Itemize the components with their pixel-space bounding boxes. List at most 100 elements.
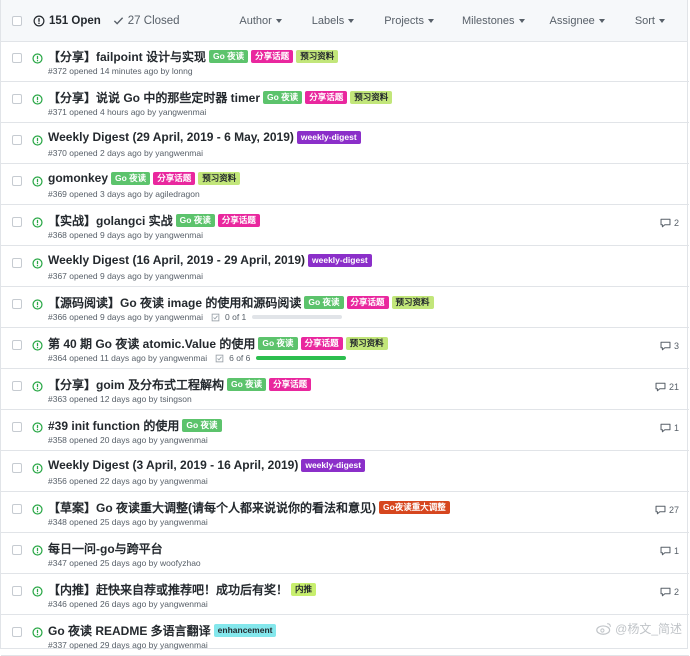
comments-link[interactable]: 1 (660, 423, 679, 433)
issue-label[interactable]: 预习资料 (345, 337, 388, 350)
issue-checkbox[interactable] (12, 504, 22, 514)
issue-row[interactable]: #39 init function 的使用 Go 夜读 #358 opened 20… (1, 410, 689, 451)
issue-label[interactable]: 分享话题 (305, 91, 348, 104)
comments-link[interactable]: 2 (660, 218, 679, 228)
issue-row[interactable]: Go 夜读 README 多语言翻译 enhancement #337 opened… (1, 615, 689, 656)
issue-label[interactable]: Go 夜读 (227, 378, 267, 391)
comments-link[interactable]: 3 (660, 341, 679, 351)
issue-title-link[interactable]: 【分享】说说 Go 中的那些定时器 timer (48, 89, 260, 106)
caret-down-icon (275, 19, 282, 23)
issue-row[interactable]: 【草案】Go 夜读重大调整(请每个人都来说说你的看法和意见) Go夜读重大调整 #3… (1, 492, 689, 533)
issue-title-link[interactable]: Weekly Digest (29 April, 2019 - 6 May, 2… (48, 130, 294, 144)
issue-label[interactable]: 预习资料 (391, 296, 434, 309)
issue-row[interactable]: 【分享】failpoint 设计与实现 Go 夜读 分享话题 预习资料 #372 ope… (1, 41, 689, 82)
issue-label[interactable]: Go 夜读 (182, 419, 222, 432)
issue-checkbox[interactable] (12, 94, 22, 104)
issue-label[interactable]: Go 夜读 (258, 337, 298, 350)
issue-title-link[interactable]: Weekly Digest (16 April, 2019 - 29 April… (48, 253, 305, 267)
issue-checkbox[interactable] (12, 217, 22, 227)
issue-title-link[interactable]: Weekly Digest (3 April, 2019 - 16 April,… (48, 458, 298, 472)
filter-labels[interactable]: Labels (312, 15, 355, 27)
issue-row[interactable]: 【内推】赶快来自荐或推荐吧！成功后有奖！ 内推 #346 opened 26 day… (1, 574, 689, 615)
issue-checkbox[interactable] (12, 381, 22, 391)
issue-title-link[interactable]: Go 夜读 README 多语言翻译 (48, 622, 211, 639)
issue-row[interactable]: Weekly Digest (3 April, 2019 - 16 April,… (1, 451, 689, 492)
issue-row[interactable]: Weekly Digest (29 April, 2019 - 6 May, 2… (1, 123, 689, 164)
filter-milestones[interactable]: Milestones (462, 15, 525, 27)
issue-row[interactable]: 【实战】golangci 实战 Go 夜读 分享话题 #368 opened 9 da… (1, 205, 689, 246)
comments-link[interactable]: 1 (660, 546, 679, 556)
issues-list-header: 151 Open 27 Closed Author Labels Projects M… (1, 0, 687, 42)
issue-meta-text: #369 opened 3 days ago by agiledragon (48, 189, 200, 199)
filter-projects[interactable]: Projects (384, 15, 434, 27)
filter-author-label: Author (239, 14, 272, 27)
issue-label[interactable]: Go 夜读 (209, 50, 249, 63)
select-all-checkbox[interactable] (12, 15, 22, 26)
issue-label[interactable]: 分享话题 (153, 171, 196, 185)
issue-title-link[interactable]: 【草案】Go 夜读重大调整(请每个人都来说说你的看法和意见) (48, 499, 376, 516)
filter-sort[interactable]: Sort (635, 15, 665, 27)
issue-title-line: Weekly Digest (3 April, 2019 - 16 April,… (48, 458, 366, 472)
issue-label[interactable]: enhancement (213, 624, 277, 637)
issue-checkbox[interactable] (12, 299, 22, 309)
issue-checkbox[interactable] (12, 586, 22, 596)
issue-label[interactable]: 分享话题 (251, 50, 294, 63)
issue-label[interactable]: Go 夜读 (175, 214, 215, 227)
issue-title-line: 【分享】failpoint 设计与实现 Go 夜读 分享话题 预习资料 (48, 48, 339, 65)
comments-link[interactable]: 21 (655, 382, 679, 392)
issue-label[interactable]: weekly-digest (301, 458, 366, 472)
issue-row[interactable]: Weekly Digest (16 April, 2019 - 29 April… (1, 246, 689, 287)
issue-title-line: 【草案】Go 夜读重大调整(请每个人都来说说你的看法和意见) Go夜读重大调整 (48, 499, 450, 516)
issue-row[interactable]: gomonkey Go 夜读 分享话题 预习资料 #369 opened 3 days … (1, 164, 689, 205)
issue-label[interactable]: 预习资料 (296, 50, 339, 63)
issue-label[interactable]: Go 夜读 (111, 171, 151, 185)
issue-title-link[interactable]: 【内推】赶快来自荐或推荐吧！成功后有奖！ (48, 581, 288, 598)
issue-title-link[interactable]: 【分享】failpoint 设计与实现 (48, 48, 206, 65)
issue-checkbox[interactable] (12, 545, 22, 555)
issue-label[interactable]: 分享话题 (269, 378, 312, 391)
issue-label[interactable]: Go 夜读 (304, 296, 344, 309)
issue-label[interactable]: Go 夜读 (263, 91, 303, 104)
issue-checkbox[interactable] (12, 340, 22, 350)
issue-title-link[interactable]: gomonkey (48, 171, 108, 185)
issue-checkbox[interactable] (12, 627, 22, 637)
issue-label[interactable]: Go夜读重大调整 (379, 501, 450, 514)
caret-down-icon (518, 19, 525, 23)
issue-label[interactable]: 分享话题 (346, 296, 389, 309)
issue-label[interactable]: weekly-digest (296, 130, 361, 144)
issue-title-link[interactable]: 第 40 期 Go 夜读 atomic.Value 的使用 (48, 335, 255, 352)
comments-link[interactable]: 2 (660, 587, 679, 597)
issue-label[interactable]: 预习资料 (198, 171, 241, 185)
issue-title-link[interactable]: 每日一问-go与跨平台 (48, 540, 163, 557)
issue-checkbox[interactable] (12, 463, 22, 473)
issue-title-link[interactable]: 【源码阅读】Go 夜读 image 的使用和源码阅读 (48, 294, 301, 311)
issue-row[interactable]: 第 40 期 Go 夜读 atomic.Value 的使用 Go 夜读 分享话题 预习… (1, 328, 689, 369)
issue-checkbox[interactable] (12, 53, 22, 63)
issue-row[interactable]: 【分享】goim 及分布式工程解构 Go 夜读 分享话题 #363 opened 12… (1, 369, 689, 410)
issue-row[interactable]: 【分享】说说 Go 中的那些定时器 timer Go 夜读 分享话题 预习资料 #371… (1, 82, 689, 123)
issue-row[interactable]: 每日一问-go与跨平台 #347 opened 25 days ago by wo… (1, 533, 689, 574)
issue-checkbox[interactable] (12, 176, 22, 186)
comment-icon (655, 382, 669, 392)
filter-author[interactable]: Author (239, 14, 282, 27)
issue-meta-text: #372 opened 14 minutes ago by lonng (48, 66, 193, 76)
issue-checkbox[interactable] (12, 422, 22, 432)
issue-label[interactable]: 分享话题 (300, 337, 343, 350)
issue-label[interactable]: 预习资料 (350, 91, 393, 104)
issue-checkbox[interactable] (12, 135, 22, 145)
open-issues-filter[interactable]: 151 Open (33, 15, 101, 27)
closed-issues-filter[interactable]: 27 Closed (113, 15, 180, 27)
filter-assignee[interactable]: Assignee (550, 15, 605, 27)
issue-title-link[interactable]: 【实战】golangci 实战 (48, 212, 173, 229)
comments-link[interactable]: 27 (655, 505, 679, 515)
issue-row[interactable]: 【源码阅读】Go 夜读 image 的使用和源码阅读 Go 夜读 分享话题 预习资料 #… (1, 287, 689, 328)
task-progress-text: 0 of 1 (225, 312, 247, 322)
issue-label[interactable]: 内推 (291, 583, 317, 596)
issue-opened-icon (32, 625, 43, 643)
issue-checkbox[interactable] (12, 258, 22, 268)
issue-title-line: 【分享】说说 Go 中的那些定时器 timer Go 夜读 分享话题 预习资料 (48, 89, 393, 106)
issue-label[interactable]: 分享话题 (217, 214, 260, 227)
issue-title-link[interactable]: 【分享】goim 及分布式工程解构 (48, 376, 224, 393)
issue-title-link[interactable]: #39 init function 的使用 (48, 417, 179, 434)
issue-label[interactable]: weekly-digest (308, 253, 372, 267)
